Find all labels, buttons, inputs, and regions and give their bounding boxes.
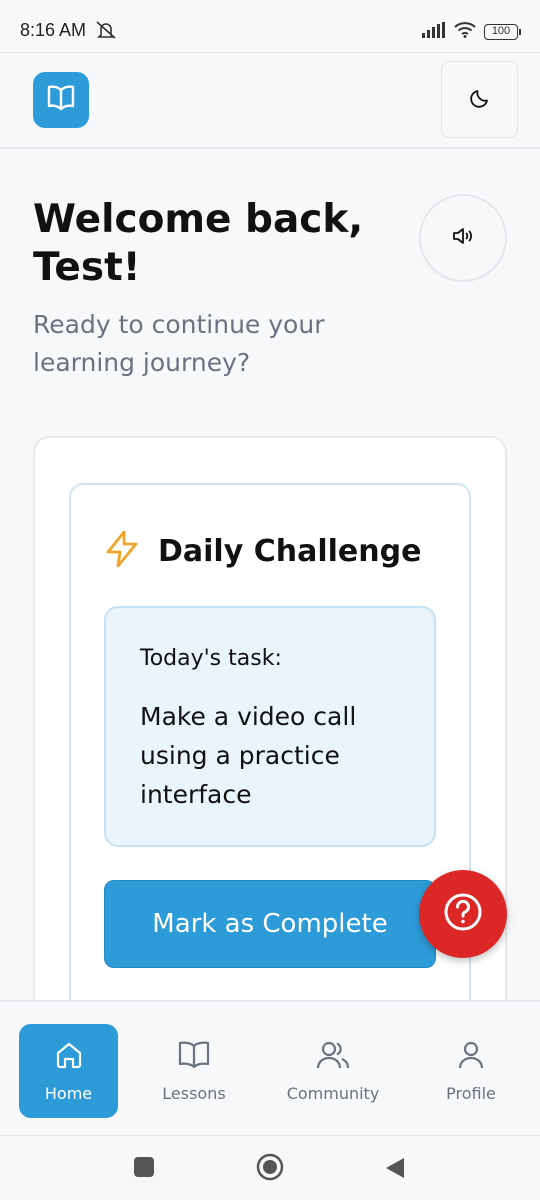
help-button[interactable] [419, 870, 507, 958]
task-text: Make a video call using a practice inter… [140, 702, 357, 809]
challenge-title: Daily Challenge [158, 533, 422, 569]
nav-item-lessons[interactable]: Lessons [150, 1024, 238, 1118]
system-nav-bar [0, 1135, 540, 1200]
challenge-header: Daily Challenge [104, 530, 421, 572]
lightning-icon [104, 530, 140, 572]
book-open-icon [46, 84, 76, 116]
nav-label-community: Community [286, 1083, 380, 1103]
battery-indicator: 100 [484, 24, 521, 40]
mark-complete-button[interactable]: Mark as Complete [104, 880, 436, 968]
nav-label-profile: Profile [446, 1083, 496, 1103]
speaker-icon [451, 226, 475, 250]
wifi-icon [454, 22, 476, 42]
app-header [0, 52, 540, 149]
nav-label-lessons: Lessons [162, 1083, 226, 1103]
user-icon [456, 1040, 486, 1074]
signal-icon [422, 22, 446, 42]
bottom-nav: Home Lessons Community Profile [0, 1000, 540, 1135]
app-logo[interactable] [33, 72, 89, 128]
recents-icon[interactable] [133, 1156, 155, 1182]
nav-label-home: Home [44, 1083, 93, 1103]
moon-icon [469, 87, 491, 113]
book-icon [177, 1040, 211, 1074]
home-circle-icon[interactable] [256, 1153, 284, 1185]
nav-item-community[interactable]: Community [276, 1024, 390, 1118]
read-aloud-button[interactable] [419, 194, 507, 282]
status-time: 8:16 AM [20, 20, 87, 40]
welcome-title: Welcome back, Test! [33, 197, 364, 290]
nav-item-profile[interactable]: Profile [431, 1024, 511, 1118]
users-icon [316, 1040, 350, 1074]
home-icon [54, 1040, 84, 1074]
status-bar: 8:16 AM 100 [0, 0, 540, 52]
theme-toggle-button[interactable] [441, 61, 518, 138]
help-circle-icon [442, 891, 484, 937]
task-label: Today's task: [140, 646, 282, 671]
welcome-subtitle: Ready to continue your learning journey? [33, 310, 325, 377]
back-icon[interactable] [384, 1156, 406, 1184]
nav-item-home[interactable]: Home [19, 1024, 118, 1118]
mute-icon [95, 20, 117, 44]
